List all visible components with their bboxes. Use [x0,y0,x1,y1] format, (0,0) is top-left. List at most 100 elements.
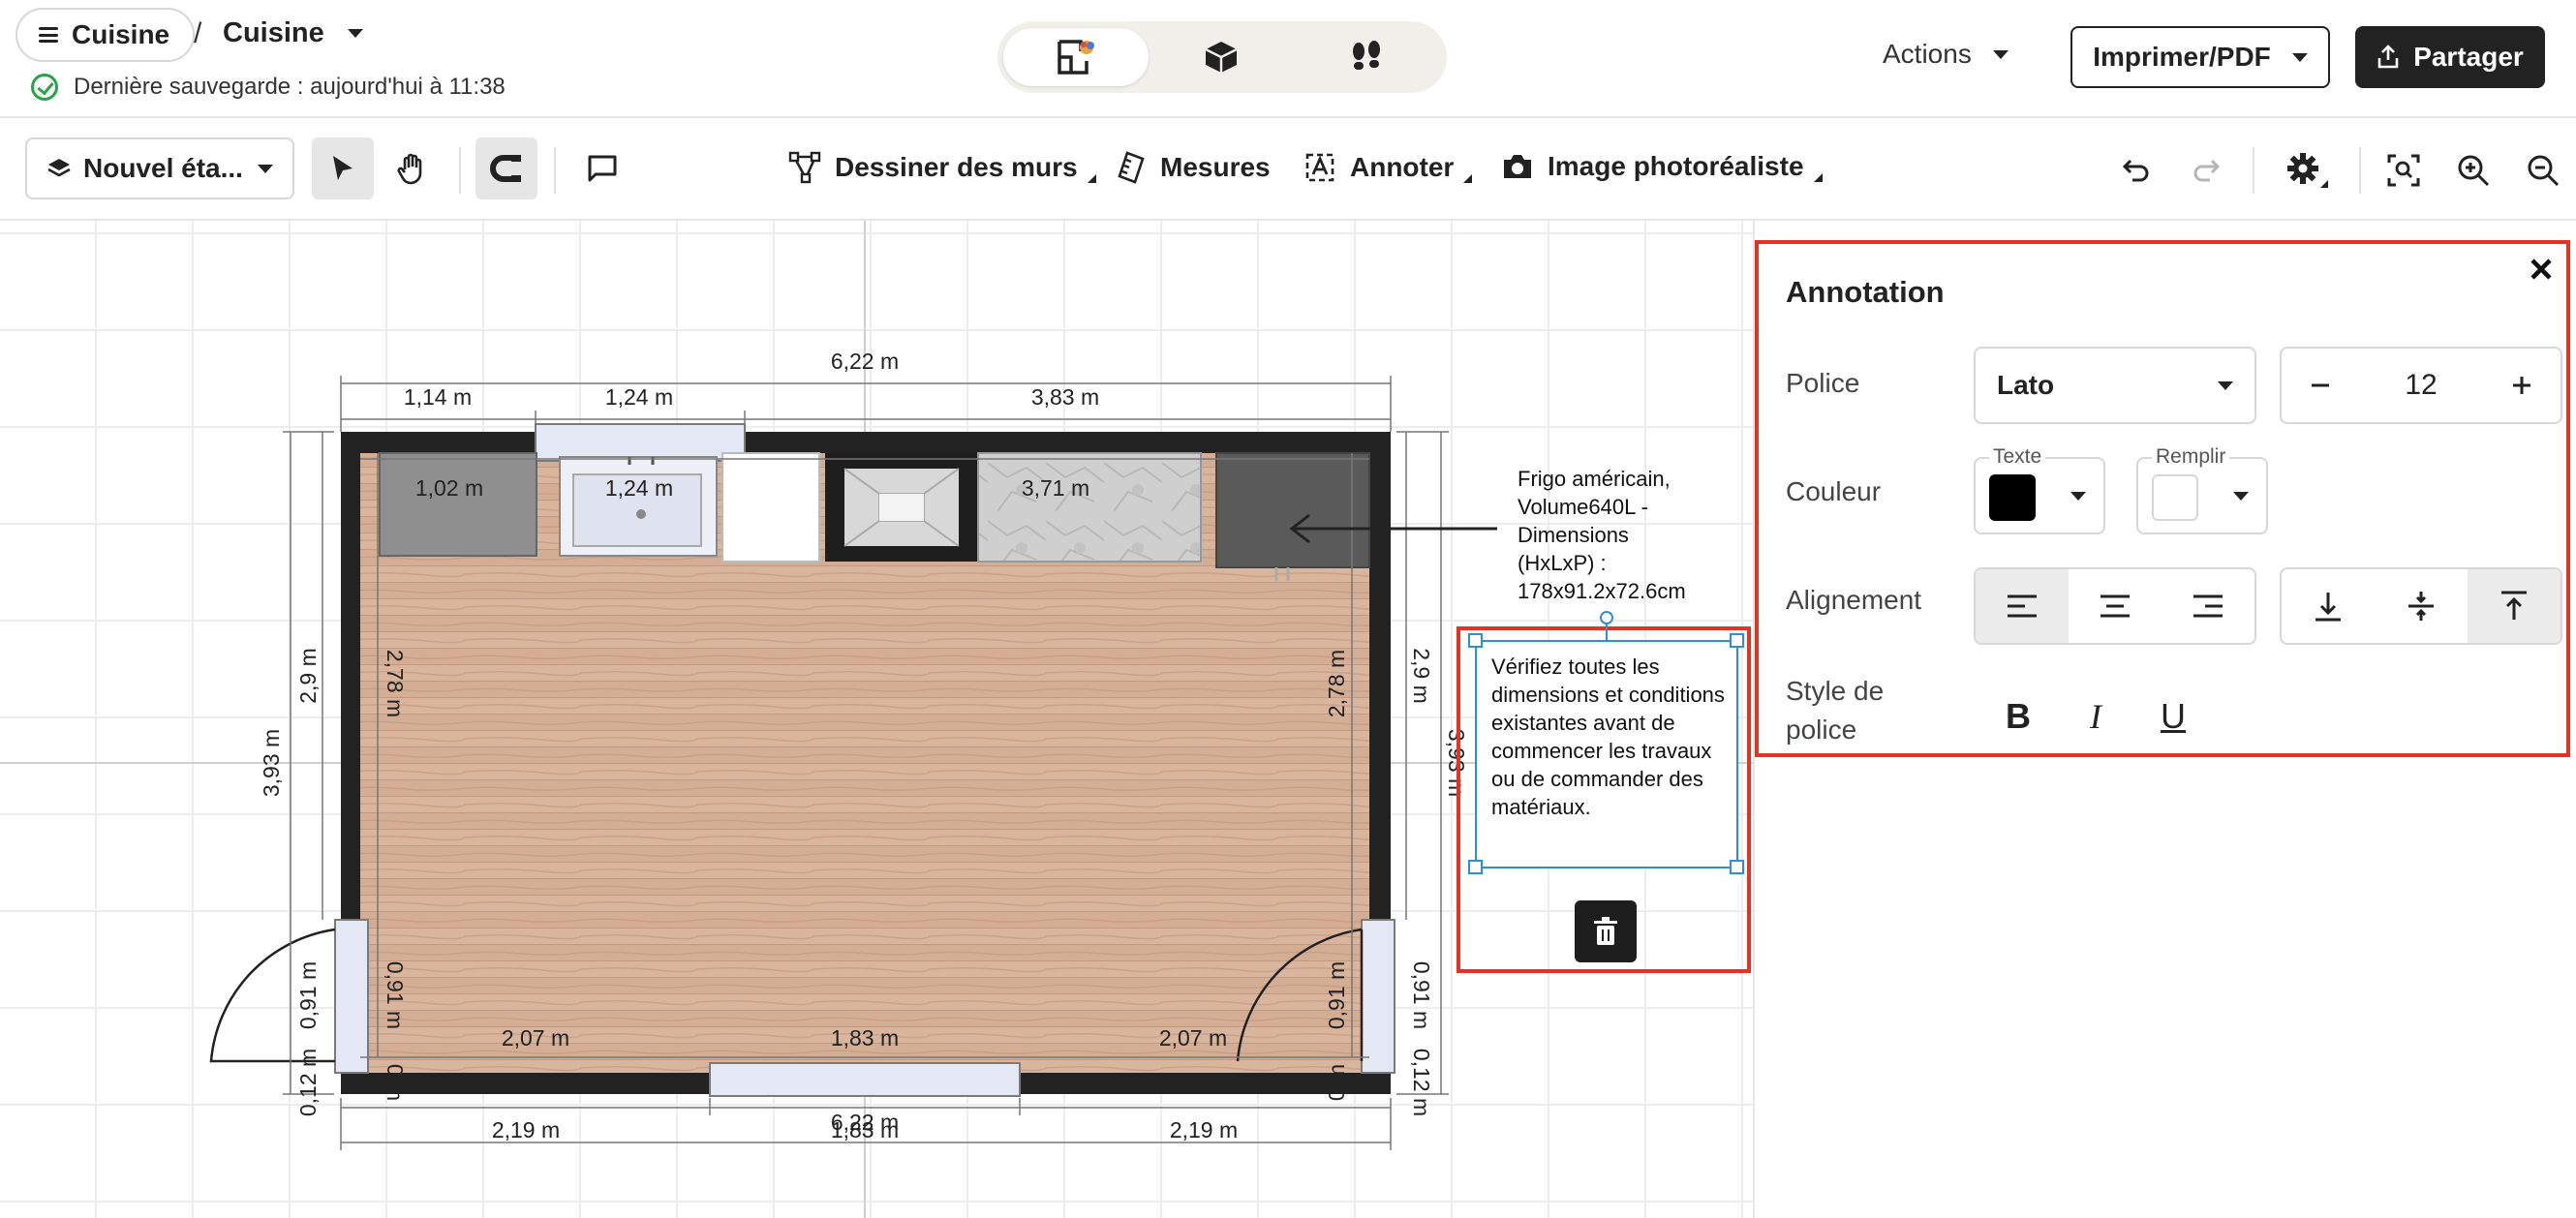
actions-dropdown[interactable]: Actions [1883,39,2009,70]
dim-left-door-inner: 0,91 m [383,961,408,1029]
print-pdf-button[interactable]: Imprimer/PDF [2070,26,2330,88]
rotate-handle[interactable] [1600,611,1613,624]
dim-right-door-outer: 0,91 m [1409,961,1434,1029]
view-3d-button[interactable] [1149,28,1294,86]
fridge-note-line: 178x91.2x72.6cm [1518,579,1686,603]
bold-icon: B [2006,696,2031,736]
project-name-dropdown[interactable]: Cuisine [223,17,363,49]
settings-button[interactable] [2284,147,2330,194]
cursor-arrow-icon [333,156,353,180]
fill-color-swatch [2152,474,2198,521]
3d-box-icon [1205,42,1238,73]
underline-icon: U [2161,696,2186,736]
share-icon [2377,45,2399,69]
panel-title: Annotation [1786,275,1945,309]
align-right-button[interactable] [2162,569,2254,643]
align-top-button[interactable] [2468,569,2561,643]
submenu-corner-icon [1087,173,1096,183]
undo-button[interactable] [2113,147,2160,194]
resize-handle[interactable] [1730,633,1744,648]
italic-button[interactable]: I [2069,689,2123,744]
dim-bottom-outer-3: 2,19 m [1170,1117,1238,1142]
fridge-annotation[interactable]: Frigo américain, Volume640L - Dimensions… [1518,467,1686,603]
fridge-note-line: (HxLxP) : [1518,551,1607,575]
magnet-icon [490,155,521,182]
view-2d-button[interactable] [1003,28,1149,86]
align-bottom-icon [2315,593,2341,622]
draw-walls-tool[interactable]: Dessiner des murs [788,151,1096,184]
warning-annotation-text: Vérifiez toutes les dimensions et condit… [1491,655,1725,819]
share-label: Partager [2413,42,2524,72]
align-right-icon [2193,594,2223,618]
photorealistic-tool[interactable]: Image photoréaliste [1501,151,1823,182]
toolbar-divider [2359,147,2361,194]
submenu-corner-icon [1813,172,1823,182]
redo-icon [2193,159,2221,182]
font-family-value: Lato [1997,370,2055,400]
breadcrumb-separator: / [194,17,202,49]
floor-plan-canvas[interactable]: 6,22 m 1,14 m 1,24 m 3,83 m 1,02 m 1,24 … [0,221,1753,1218]
increase-size-button[interactable] [2502,366,2541,405]
chevron-down-icon [2233,492,2249,501]
text-color-tag: Texte [1989,445,2046,469]
align-top-icon [2501,591,2527,620]
cabinet-left [379,452,537,557]
chevron-down-icon [2218,381,2233,390]
toolbar-divider [2253,147,2254,194]
select-tool-button[interactable] [312,137,374,199]
text-color-swatch [1989,474,2036,521]
annotate-label: Annoter [1350,152,1455,182]
align-center-button[interactable] [2069,569,2162,643]
fill-color-picker[interactable]: Remplir [2136,445,2268,534]
redo-button[interactable] [2183,147,2229,194]
zoom-out-button[interactable] [2520,147,2566,194]
resize-handle[interactable] [1468,860,1483,874]
close-icon [2530,259,2552,280]
alignment-label: Alignement [1786,585,1922,615]
decrease-size-button[interactable] [2301,366,2340,405]
color-label: Couleur [1786,476,1882,506]
dim-top-seg1: 1,14 m [404,384,472,410]
text-color-picker[interactable]: Texte [1974,445,2105,534]
dim-bottom-outer-1: 2,19 m [492,1117,560,1142]
camera-icon [1504,155,1531,178]
print-label: Imprimer/PDF [2093,42,2271,72]
zoom-in-icon [2458,155,2490,187]
chevron-down-icon [258,164,273,173]
level-selector[interactable]: Nouvel éta... [25,137,294,199]
chevron-down-icon [2291,52,2308,62]
dim-inner-1: 1,02 m [415,475,483,501]
close-panel-button[interactable] [2522,250,2561,289]
chevron-down-icon [347,29,363,38]
font-size-value[interactable]: 12 [2405,369,2437,402]
snap-magnet-button[interactable] [475,137,537,199]
zoom-fit-button[interactable] [2380,147,2427,194]
pan-tool-button[interactable] [382,137,444,199]
chevron-down-icon [2070,492,2086,501]
dim-left-door-outer: 0,91 m [295,961,321,1029]
dim-bottom-inner-3: 2,07 m [1159,1025,1227,1051]
align-middle-icon [2408,592,2434,621]
font-family-select[interactable]: Lato [1974,347,2256,424]
fridge-note-line: Volume640L - [1518,495,1648,519]
dim-left-inner: 2,78 m [383,650,408,717]
resize-handle[interactable] [1730,860,1744,874]
underline-button[interactable]: U [2146,689,2200,744]
measures-label: Mesures [1160,152,1271,182]
align-middle-button[interactable] [2375,569,2468,643]
align-bottom-button[interactable] [2282,569,2375,643]
save-status-text: Dernière sauvegarde : aujourd'hui à 11:3… [74,74,506,100]
align-center-icon [2101,594,2130,618]
undo-icon [2122,159,2149,182]
resize-handle[interactable] [1468,633,1483,648]
share-button[interactable]: Partager [2355,26,2545,88]
zoom-in-button[interactable] [2450,147,2497,194]
align-left-button[interactable] [1976,569,2069,643]
comment-button[interactable] [571,137,633,199]
main-menu-button[interactable]: Cuisine [15,8,196,62]
bottom-window [709,1062,1021,1097]
view-walk-button[interactable] [1294,28,1439,86]
annotate-tool[interactable]: Annoter [1303,151,1473,184]
measures-tool[interactable]: Mesures [1118,151,1271,184]
bold-button[interactable]: B [1991,689,2045,744]
